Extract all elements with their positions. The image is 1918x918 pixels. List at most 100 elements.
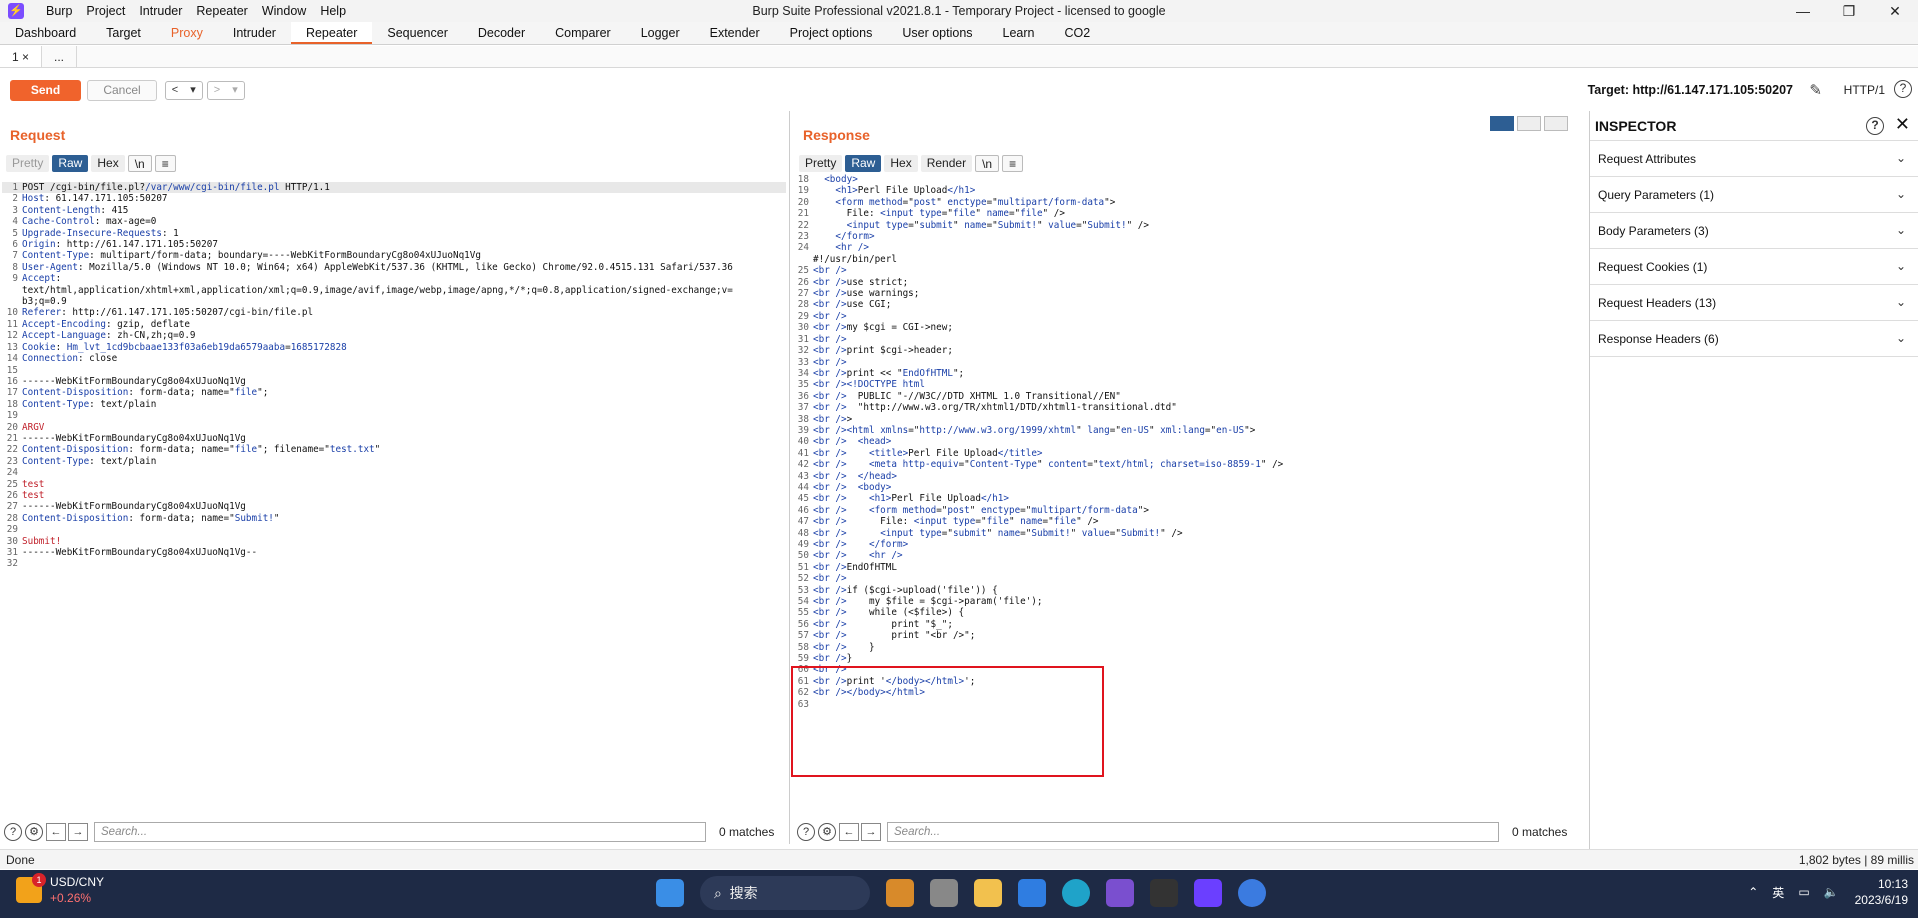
inspector-request-cookies[interactable]: Request Cookies (1) ⌄ xyxy=(1590,249,1918,285)
taskbar-search[interactable]: ⌕ 搜索 xyxy=(700,876,870,910)
response-tab-raw[interactable]: Raw xyxy=(845,155,882,172)
inspector-header: INSPECTOR ? ✕ xyxy=(1590,111,1918,141)
tab-learn[interactable]: Learn xyxy=(988,22,1050,44)
line-text: ------WebKitFormBoundaryCg8o04xUJuoNq1Vg xyxy=(22,375,246,387)
burp-suite-taskbar-icon[interactable] xyxy=(1194,879,1222,907)
request-newline-toggle[interactable]: \n xyxy=(127,155,152,172)
line-number: 6 xyxy=(12,239,18,251)
request-search-next-button[interactable]: → xyxy=(68,823,88,841)
response-search-next-button[interactable]: → xyxy=(861,823,881,841)
terminal-icon[interactable] xyxy=(1150,879,1178,907)
visual-studio-icon[interactable] xyxy=(1106,879,1134,907)
close-window-button[interactable]: ✕ xyxy=(1872,0,1918,22)
menu-window[interactable]: Window xyxy=(262,4,306,18)
clock-time: 10:13 xyxy=(1877,877,1908,891)
request-tab-raw[interactable]: Raw xyxy=(52,155,89,172)
response-search-help-icon[interactable]: ? xyxy=(797,823,815,841)
chevron-up-icon[interactable]: ⌃ xyxy=(1748,885,1758,899)
response-search-prev-button[interactable]: ← xyxy=(839,823,859,841)
menu-burp[interactable]: Burp xyxy=(46,4,72,18)
request-search-help-icon[interactable]: ? xyxy=(4,823,22,841)
code-line: 10 Referer: http://61.147.171.105:50207/c… xyxy=(2,307,786,318)
task-view-icon[interactable] xyxy=(930,879,958,907)
line-number: 3 xyxy=(12,204,18,216)
windows-start-icon[interactable] xyxy=(656,879,684,907)
cancel-button[interactable]: Cancel xyxy=(87,79,157,101)
inspector-query-parameters[interactable]: Query Parameters (1) ⌄ xyxy=(1590,177,1918,213)
tab-sequencer[interactable]: Sequencer xyxy=(372,22,462,44)
maximize-button[interactable]: ❐ xyxy=(1826,0,1872,22)
tab-logger[interactable]: Logger xyxy=(626,22,695,44)
send-button[interactable]: Send xyxy=(10,79,81,101)
tab-decoder[interactable]: Decoder xyxy=(463,22,540,44)
menu-intruder[interactable]: Intruder xyxy=(139,4,182,18)
line-number: 25 xyxy=(797,265,809,277)
inspector-request-headers[interactable]: Request Headers (13) ⌄ xyxy=(1590,285,1918,321)
layout-tabs-button[interactable] xyxy=(1544,116,1568,131)
file-explorer-icon[interactable] xyxy=(974,879,1002,907)
inspector-request-attributes[interactable]: Request Attributes ⌄ xyxy=(1590,141,1918,177)
edge-browser-icon[interactable] xyxy=(1062,879,1090,907)
tab-target[interactable]: Target xyxy=(91,22,156,44)
volume-icon[interactable]: 🔈 xyxy=(1824,885,1839,899)
inspector-close-icon[interactable]: ✕ xyxy=(1895,114,1910,135)
response-tab-pretty[interactable]: Pretty xyxy=(799,155,843,172)
tab-project-options[interactable]: Project options xyxy=(775,22,888,44)
http-version-toggle[interactable]: HTTP/1 xyxy=(1844,83,1885,97)
help-icon[interactable]: ? xyxy=(1894,80,1912,98)
line-text: <br />if ($cgi->upload('file')) { xyxy=(813,584,998,596)
menu-project[interactable]: Project xyxy=(86,4,125,18)
request-search-settings-icon[interactable]: ⚙ xyxy=(25,823,43,841)
response-search-input[interactable]: Search... xyxy=(887,822,1499,842)
tab-comparer[interactable]: Comparer xyxy=(540,22,626,44)
menu-repeater[interactable]: Repeater xyxy=(196,4,247,18)
menu-help[interactable]: Help xyxy=(320,4,346,18)
repeater-tab-1[interactable]: 1 × xyxy=(0,46,43,67)
code-line: 24 <hr /> xyxy=(793,242,1581,253)
back-button[interactable]: < xyxy=(166,82,184,99)
line-text: <br />print $cgi->header; xyxy=(813,345,953,357)
back-history-dropdown[interactable]: ▾ xyxy=(184,82,202,99)
forward-button[interactable]: > xyxy=(208,82,226,99)
line-number: 24 xyxy=(6,467,18,479)
layout-vertical-button[interactable] xyxy=(1517,116,1541,131)
request-search-prev-button[interactable]: ← xyxy=(46,823,66,841)
code-line: 25 <br /> xyxy=(793,265,1581,276)
repeater-tab-new[interactable]: ... xyxy=(42,46,78,67)
request-tab-hex[interactable]: Hex xyxy=(91,155,125,172)
tab-repeater[interactable]: Repeater xyxy=(290,22,373,44)
response-search-settings-icon[interactable]: ⚙ xyxy=(818,823,836,841)
response-tab-render[interactable]: Render xyxy=(920,155,973,172)
store-icon[interactable] xyxy=(1018,879,1046,907)
tab-proxy[interactable]: Proxy xyxy=(156,22,218,44)
tab-user-options[interactable]: User options xyxy=(887,22,987,44)
network-icon[interactable]: ▭ xyxy=(1798,885,1809,899)
tab-co2[interactable]: CO2 xyxy=(1050,22,1106,44)
tab-intruder[interactable]: Intruder xyxy=(218,22,291,44)
browser-app-icon[interactable] xyxy=(1238,879,1266,907)
line-text: <br />> xyxy=(813,413,853,425)
request-tab-pretty[interactable]: Pretty xyxy=(6,155,50,172)
minimize-button[interactable]: — xyxy=(1780,0,1826,22)
clock[interactable]: 10:13 2023/6/19 xyxy=(1855,876,1908,908)
edit-target-icon[interactable]: ✎ xyxy=(1809,81,1822,99)
line-text: <br /> <input type="submit" name="Submit… xyxy=(813,527,1183,539)
panel-splitter[interactable] xyxy=(789,111,790,844)
request-editor[interactable]: 1 POST /cgi-bin/file.pl?/var/www/cgi-bin/… xyxy=(2,182,786,814)
inspector-body-parameters[interactable]: Body Parameters (3) ⌄ xyxy=(1590,213,1918,249)
inspector-response-headers[interactable]: Response Headers (6) ⌄ xyxy=(1590,321,1918,357)
tab-dashboard[interactable]: Dashboard xyxy=(0,22,91,44)
ime-indicator[interactable]: 英 xyxy=(1772,884,1784,901)
inspector-help-icon[interactable]: ? xyxy=(1866,117,1884,135)
request-search-input[interactable]: Search... xyxy=(94,822,706,842)
response-newline-toggle[interactable]: \n xyxy=(975,155,1000,172)
briefcase-app-icon[interactable] xyxy=(886,879,914,907)
currency-widget[interactable]: 1 USD/CNY +0.26% xyxy=(16,873,104,906)
forward-history-dropdown[interactable]: ▾ xyxy=(226,82,244,99)
layout-side-by-side-button[interactable] xyxy=(1490,116,1514,131)
code-line: 40 <br /> <head> xyxy=(793,436,1581,447)
tab-extender[interactable]: Extender xyxy=(695,22,775,44)
request-menu-icon[interactable]: ≡ xyxy=(154,155,176,172)
response-menu-icon[interactable]: ≡ xyxy=(1002,155,1024,172)
response-tab-hex[interactable]: Hex xyxy=(884,155,918,172)
